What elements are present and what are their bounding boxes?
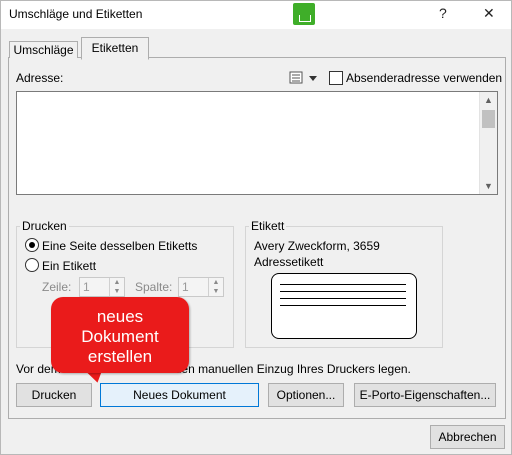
new-document-button[interactable]: Neues Dokument: [100, 383, 259, 407]
callout-line-3: erstellen: [87, 347, 153, 366]
tab-labels[interactable]: Etiketten: [81, 37, 149, 60]
scroll-down-icon[interactable]: ▼: [480, 178, 497, 194]
full-page-label: Eine Seite desselben Etiketts: [42, 239, 198, 253]
row-value: 1: [83, 280, 90, 294]
column-stepper[interactable]: 1 ▲ ▼: [178, 277, 224, 297]
label-group-title: Etikett: [249, 219, 287, 233]
app-icon: [293, 3, 315, 25]
envelopes-labels-dialog: Umschläge und Etiketten ? ✕ Umschläge Et…: [0, 0, 512, 455]
row-stepper-arrows-icon[interactable]: ▲ ▼: [109, 278, 124, 296]
label-preview[interactable]: [271, 273, 417, 339]
address-book-icon: [289, 71, 317, 84]
scroll-up-icon[interactable]: ▲: [480, 92, 497, 108]
single-label-radio[interactable]: [25, 258, 39, 272]
row-stepper[interactable]: 1 ▲ ▼: [79, 277, 125, 297]
tab-envelopes-label: Umschläge: [13, 43, 74, 57]
use-sender-address-label: Absenderadresse verwenden: [346, 71, 503, 85]
help-button[interactable]: ?: [439, 5, 447, 21]
print-group-title: Drucken: [20, 219, 69, 233]
use-sender-address-checkbox[interactable]: [329, 71, 343, 85]
tab-envelopes[interactable]: Umschläge: [9, 41, 78, 58]
tab-labels-label: Etiketten: [91, 41, 139, 55]
full-page-radio[interactable]: [25, 238, 39, 252]
preview-line: [280, 284, 406, 285]
address-textarea[interactable]: ▲ ▼: [16, 91, 498, 195]
single-label-label: Ein Etikett: [42, 259, 97, 273]
column-label: Spalte:: [135, 280, 173, 294]
preview-line: [280, 298, 406, 299]
column-stepper-arrows-icon[interactable]: ▲ ▼: [208, 278, 223, 296]
callout-bubble: neues Dokument erstellen: [51, 297, 189, 373]
column-value: 1: [182, 280, 189, 294]
row-label: Zeile:: [42, 280, 72, 294]
scroll-thumb[interactable]: [482, 110, 495, 128]
label-type: Adressetikett: [254, 255, 324, 269]
address-book-button[interactable]: [289, 71, 319, 85]
window-title: Umschläge und Etiketten: [9, 7, 143, 21]
label-product: Avery Zweckform, 3659: [254, 239, 380, 253]
callout-line-1: neues: [96, 307, 144, 326]
address-scrollbar[interactable]: ▲ ▼: [479, 92, 497, 194]
address-label: Adresse:: [16, 71, 64, 85]
title-bar: Umschläge und Etiketten ? ✕: [1, 1, 511, 29]
callout-text: neues Dokument erstellen: [51, 307, 189, 367]
preview-line: [280, 305, 406, 306]
options-button[interactable]: Optionen...: [268, 383, 344, 407]
cancel-button[interactable]: Abbrechen: [430, 425, 505, 449]
print-button[interactable]: Drucken: [16, 383, 92, 407]
close-button[interactable]: ✕: [483, 5, 495, 22]
callout-line-2: Dokument: [81, 327, 159, 346]
preview-line: [280, 291, 406, 292]
eporto-properties-button[interactable]: E-Porto-Eigenschaften...: [354, 383, 496, 407]
